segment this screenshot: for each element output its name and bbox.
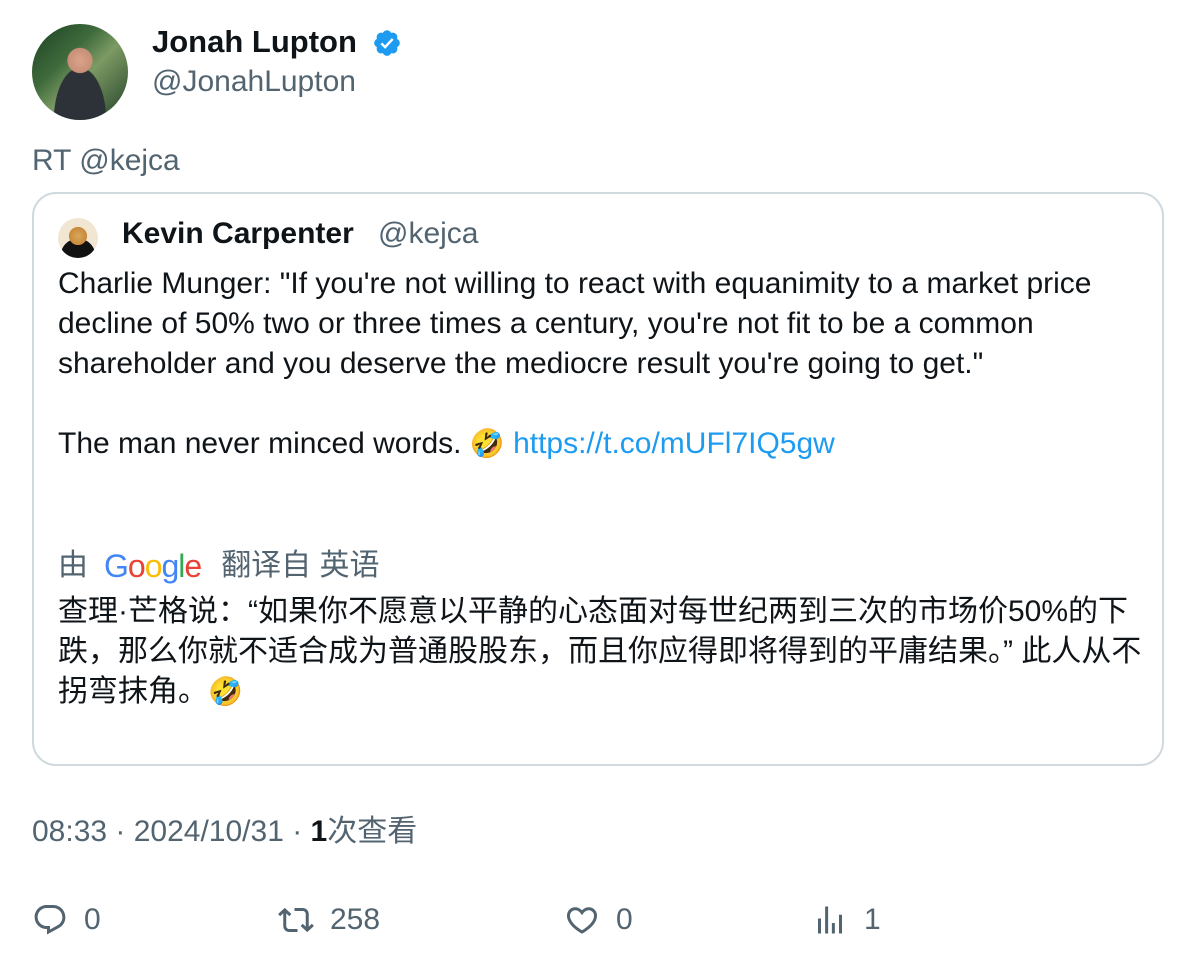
- translate-from-label: 翻译自 英语: [221, 549, 380, 582]
- author-name[interactable]: Jonah Lupton: [152, 24, 357, 60]
- retweet-button[interactable]: 258: [278, 896, 380, 944]
- like-icon: [566, 907, 598, 934]
- action-bar: 0 258 0 1: [32, 896, 1172, 944]
- timestamp[interactable]: 08:33 · 2024/10/31 ·: [32, 815, 311, 848]
- translated-text: 查理·芒格说：“如果你不愿意以平静的心态面对每世纪两到三次的市场价50%的下跌，…: [58, 592, 1148, 712]
- quoted-tweet-text: Charlie Munger: "If you're not willing t…: [58, 264, 1148, 464]
- translation-attribution: 由 Google 翻译自 英语: [58, 546, 380, 586]
- reply-count: 0: [84, 903, 101, 936]
- tweet-meta: 08:33 · 2024/10/31 · 1次查看: [32, 814, 417, 850]
- translated-rofl-emoji: 🤣: [208, 675, 243, 708]
- quote-paragraph-1: Charlie Munger: "If you're not willing t…: [58, 267, 1092, 380]
- views-icon: [818, 906, 842, 934]
- tweet-text: RT @kejca: [32, 144, 180, 177]
- translate-by-label: 由: [58, 549, 88, 582]
- like-button[interactable]: 0: [564, 896, 633, 944]
- reply-button[interactable]: 0: [32, 896, 101, 944]
- author-handle[interactable]: @JonahLupton: [152, 64, 356, 100]
- quote-paragraph-2: The man never minced words. 🤣 https://t.…: [58, 424, 1148, 464]
- quoted-author-name[interactable]: Kevin Carpenter: [122, 216, 354, 252]
- quoted-tweet[interactable]: Kevin Carpenter @kejca Charlie Munger: "…: [32, 192, 1164, 766]
- like-count: 0: [616, 903, 633, 936]
- view-label: 次查看: [327, 815, 418, 848]
- tweet-header: Jonah Lupton @JonahLupton: [32, 24, 732, 120]
- verified-badge-icon: [374, 30, 400, 56]
- retweet-icon: [278, 907, 314, 933]
- quoted-author-avatar[interactable]: [58, 218, 98, 258]
- views-count: 1: [864, 903, 881, 936]
- quoted-author-handle[interactable]: @kejca: [378, 216, 479, 252]
- view-count: 1: [310, 815, 328, 848]
- views-button[interactable]: 1: [812, 896, 881, 944]
- author-avatar[interactable]: [32, 24, 128, 120]
- quote-paragraph-2-text: The man never minced words.: [58, 427, 470, 460]
- retweet-count: 258: [330, 903, 381, 936]
- reply-icon: [34, 905, 66, 935]
- rofl-emoji: 🤣: [469, 427, 505, 460]
- quote-link[interactable]: https://t.co/mUFl7IQ5gw: [513, 427, 835, 460]
- google-logo: Google: [104, 548, 202, 584]
